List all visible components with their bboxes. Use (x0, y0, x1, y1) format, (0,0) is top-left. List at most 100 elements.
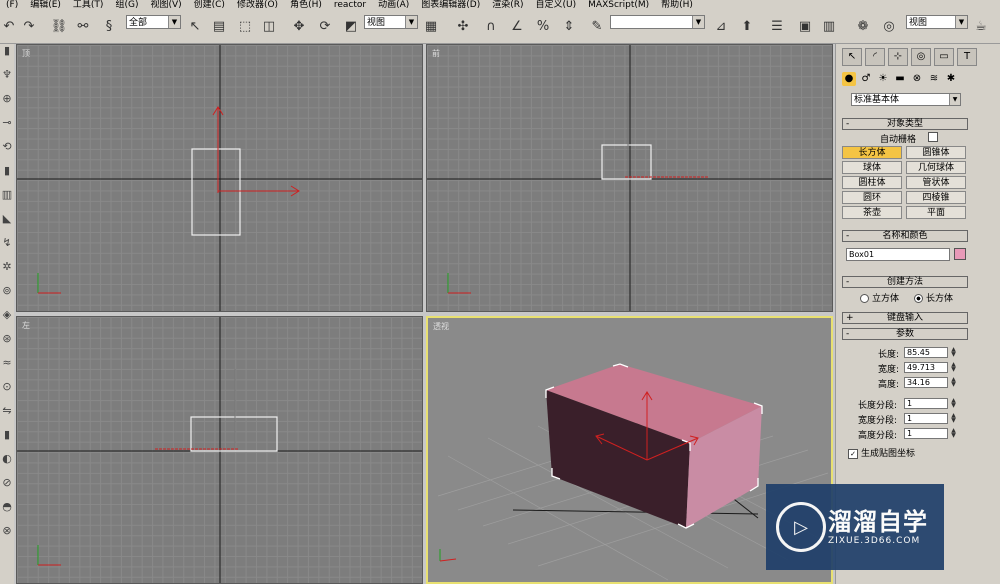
menu-animation[interactable]: 动画(A) (372, 0, 415, 11)
helpers-icon[interactable]: ⊗ (910, 72, 924, 86)
tool-icon-11[interactable]: ⊚ (0, 284, 14, 308)
named-selection-select[interactable]: ▼ (610, 15, 705, 29)
menu-customize[interactable]: 自定义(U) (530, 0, 583, 11)
menu-reactor[interactable]: reactor (328, 0, 372, 11)
plane-button[interactable]: 平面 (906, 206, 966, 219)
tool-icon-13[interactable]: ⊛ (0, 332, 14, 356)
menu-file[interactable]: (F) (0, 0, 24, 11)
space-warps-icon[interactable]: ≋ (927, 72, 941, 86)
ref-coord-select[interactable]: 视图 ▼ (364, 15, 418, 29)
menu-views[interactable]: 视图(V) (144, 0, 187, 11)
modify-tab-icon[interactable]: ◜ (865, 48, 885, 66)
move-icon[interactable]: ✥ (290, 17, 308, 35)
percent-snap-icon[interactable]: % (534, 17, 552, 35)
tool-icon-15[interactable]: ⊙ (0, 380, 14, 404)
height-spinner-icon[interactable]: ▲ ▼ (950, 377, 957, 388)
teapot-button[interactable]: 茶壶 (842, 206, 902, 219)
rollout-parameters[interactable]: - 参数 (842, 328, 968, 340)
menu-create[interactable]: 创建(C) (188, 0, 231, 11)
length-segs-spinner-icon[interactable]: ▲ ▼ (950, 398, 957, 409)
layer-manager-icon[interactable]: ☰ (768, 17, 786, 35)
redo-icon[interactable]: ↷ (20, 17, 38, 35)
hierarchy-tab-icon[interactable]: ⊹ (888, 48, 908, 66)
tool-icon-21[interactable]: ⊗ (0, 524, 14, 548)
category-dropdown[interactable]: 标准基本体 ▼ (851, 93, 961, 106)
rollout-object-type[interactable]: - 对象类型 (842, 118, 968, 130)
height-segs-spinner-icon[interactable]: ▲ ▼ (950, 428, 957, 439)
geosphere-button[interactable]: 几何球体 (906, 161, 966, 174)
viewport-top[interactable]: 顶 (16, 44, 423, 312)
tool-icon-6[interactable]: ▮ (0, 164, 14, 188)
menu-graph-editors[interactable]: 图表编辑器(D) (415, 0, 486, 11)
tool-icon-19[interactable]: ⊘ (0, 476, 14, 500)
menu-tools[interactable]: 工具(T) (67, 0, 110, 11)
display-tab-icon[interactable]: ▭ (934, 48, 954, 66)
sphere-button[interactable]: 球体 (842, 161, 902, 174)
object-color-swatch[interactable] (954, 248, 966, 260)
menu-help[interactable]: 帮助(H) (655, 0, 699, 11)
create-tab-icon[interactable]: ↖ (842, 48, 862, 66)
auto-grid-checkbox[interactable] (928, 132, 941, 143)
width-segs-input[interactable]: 1 (904, 413, 948, 424)
menu-group[interactable]: 组(G) (109, 0, 144, 11)
window-crossing-icon[interactable]: ◫ (260, 17, 278, 35)
select-by-name-icon[interactable]: ▤ (210, 17, 228, 35)
tool-icon-9[interactable]: ↯ (0, 236, 14, 260)
shapes-icon[interactable]: ♂ (859, 72, 873, 86)
material-editor-icon[interactable]: ❁ (854, 17, 872, 35)
mirror-icon[interactable]: ⊿ (712, 17, 730, 35)
tube-button[interactable]: 管状体 (906, 176, 966, 189)
tool-icon-18[interactable]: ◐ (0, 452, 14, 476)
tool-icon-3[interactable]: ⊕ (0, 92, 14, 116)
spinner-snap-icon[interactable]: ⇕ (560, 17, 578, 35)
method-cube-radio[interactable]: 立方体 (860, 291, 899, 304)
cameras-icon[interactable]: ▬ (893, 72, 907, 86)
length-input[interactable]: 85.45 (904, 347, 948, 358)
tool-icon-5[interactable]: ⟲ (0, 140, 14, 164)
width-input[interactable]: 49.713 (904, 362, 948, 373)
gen-map-coords-checkbox[interactable]: ✓ 生成贴图坐标 (848, 446, 915, 459)
snap-3d-icon[interactable]: ∩ (482, 17, 500, 35)
tool-icon-7[interactable]: ▥ (0, 188, 14, 212)
rollout-keyboard-entry[interactable]: + 键盘输入 (842, 312, 968, 324)
scale-icon[interactable]: ◩ (342, 17, 360, 35)
menu-rendering[interactable]: 渲染(R) (486, 0, 529, 11)
lights-icon[interactable]: ☀ (876, 72, 890, 86)
systems-icon[interactable]: ✱ (944, 72, 958, 86)
viewport-render-select[interactable]: 视图 ▼ (906, 15, 968, 29)
length-segs-input[interactable]: 1 (904, 398, 948, 409)
method-box-radio[interactable]: 长方体 (914, 291, 953, 304)
tool-icon-16[interactable]: ⇋ (0, 404, 14, 428)
tool-icon-17[interactable]: ▮ (0, 428, 14, 452)
rect-selection-icon[interactable]: ⬚ (236, 17, 254, 35)
object-name-input[interactable]: Box01 (846, 248, 950, 261)
viewport-front[interactable]: 前 (426, 44, 833, 312)
select-link-icon[interactable]: ⛓ (50, 17, 68, 35)
schematic-view-icon[interactable]: ▥ (820, 17, 838, 35)
box-button[interactable]: 长方体 (842, 146, 902, 159)
quick-render-icon[interactable]: ☕ (972, 17, 990, 35)
tool-icon-1[interactable]: ▮ (0, 44, 14, 68)
render-setup-icon[interactable]: ◎ (880, 17, 898, 35)
menu-character[interactable]: 角色(H) (284, 0, 328, 11)
tool-icon-10[interactable]: ✲ (0, 260, 14, 284)
manipulate-icon[interactable]: ✣ (454, 17, 472, 35)
pivot-icon[interactable]: ▦ (422, 17, 440, 35)
geometry-icon[interactable]: ● (842, 72, 856, 86)
tool-icon-14[interactable]: ≈ (0, 356, 14, 380)
cylinder-button[interactable]: 圆柱体 (842, 176, 902, 189)
angle-snap-icon[interactable]: ∠ (508, 17, 526, 35)
undo-icon[interactable]: ↶ (0, 17, 18, 35)
select-object-icon[interactable]: ↖ (186, 17, 204, 35)
tool-icon-4[interactable]: ⊸ (0, 116, 14, 140)
pyramid-button[interactable]: 四棱锥 (906, 191, 966, 204)
edit-named-sel-icon[interactable]: ✎ (588, 17, 606, 35)
bind-space-warp-icon[interactable]: § (100, 17, 118, 35)
utilities-tab-icon[interactable]: T (957, 48, 977, 66)
tool-icon-12[interactable]: ◈ (0, 308, 14, 332)
tool-icon-20[interactable]: ◓ (0, 500, 14, 524)
motion-tab-icon[interactable]: ◎ (911, 48, 931, 66)
tool-icon-2[interactable]: ♆ (0, 68, 14, 92)
menu-modifiers[interactable]: 修改器(O) (231, 0, 284, 11)
viewport-left[interactable]: 左 (16, 316, 423, 584)
